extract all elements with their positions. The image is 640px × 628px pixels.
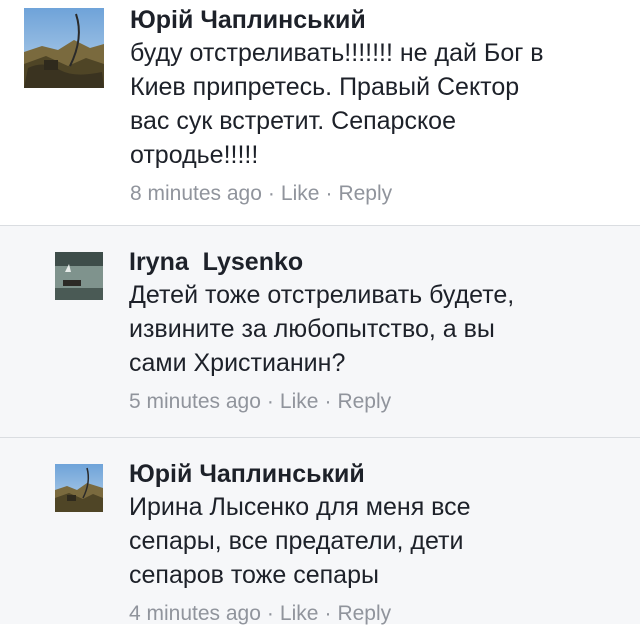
comment-text-line: вас сук встретит. Сепарское [130, 107, 456, 135]
reply-button[interactable]: Reply [337, 602, 391, 625]
meta-separator: · [266, 602, 274, 625]
comment-body: Iryna Lysenko Детей тоже отстреливать бу… [129, 246, 630, 416]
comment: Юрій Чаплинський буду отстреливать!!!!!!… [0, 0, 640, 225]
comment-body: Юрій Чаплинський буду отстреливать!!!!!!… [130, 4, 630, 208]
comment-timestamp[interactable]: 8 minutes ago [130, 182, 262, 205]
comment-body: Юрій Чаплинський Ирина Лысенко для меня … [129, 458, 630, 628]
meta-separator: · [325, 182, 333, 205]
lake-photo-icon [55, 252, 103, 300]
comment-author[interactable]: Юрій Чаплинський [130, 4, 630, 36]
comment-timestamp[interactable]: 4 minutes ago [129, 602, 261, 625]
landscape-photo-icon [24, 8, 104, 88]
meta-separator: · [266, 390, 274, 413]
comment-author[interactable]: Iryna Lysenko [129, 246, 630, 278]
comment-thread: Юрій Чаплинський буду отстреливать!!!!!!… [0, 0, 640, 625]
comment-text-line: Ирина Лысенко для меня все [129, 493, 471, 521]
landscape-photo-icon [55, 464, 103, 512]
comment-text-line: извините за любопытство, а вы [129, 315, 495, 343]
comment-text-line: отродье!!!!! [130, 141, 259, 169]
comment-text-line: сами Христианин? [129, 349, 346, 377]
avatar[interactable] [55, 464, 103, 512]
like-button[interactable]: Like [281, 182, 320, 205]
comment-text-line: сепары, все предатели, дети [129, 527, 464, 555]
meta-separator: · [324, 602, 332, 625]
comment-text-line: сепаров тоже сепары [129, 561, 379, 589]
meta-separator: · [324, 390, 332, 413]
meta-separator: · [267, 182, 275, 205]
comment-text-line: Киев припретесь. Правый Сектор [130, 73, 520, 101]
comment-text: буду отстреливать!!!!!!! не дай Бог в Ки… [130, 36, 630, 172]
reply-comment: Юрій Чаплинський Ирина Лысенко для меня … [0, 437, 640, 625]
reply-comment: Iryna Lysenko Детей тоже отстреливать бу… [0, 225, 640, 437]
comment-text-line: буду отстреливать!!!!!!! не дай Бог в [130, 39, 544, 67]
comment-meta: 8 minutes ago · Like · Reply [130, 180, 630, 208]
reply-button[interactable]: Reply [338, 182, 392, 205]
avatar[interactable] [24, 8, 104, 88]
comment-text: Детей тоже отстреливать будете, извините… [129, 278, 630, 380]
like-button[interactable]: Like [280, 602, 319, 625]
comment-text-line: Детей тоже отстреливать будете, [129, 281, 515, 309]
comment-text: Ирина Лысенко для меня все сепары, все п… [129, 490, 630, 592]
comment-meta: 5 minutes ago · Like · Reply [129, 388, 630, 416]
reply-button[interactable]: Reply [337, 390, 391, 413]
comment-author[interactable]: Юрій Чаплинський [129, 458, 630, 490]
like-button[interactable]: Like [280, 390, 319, 413]
comment-timestamp[interactable]: 5 minutes ago [129, 390, 261, 413]
avatar[interactable] [55, 252, 103, 300]
